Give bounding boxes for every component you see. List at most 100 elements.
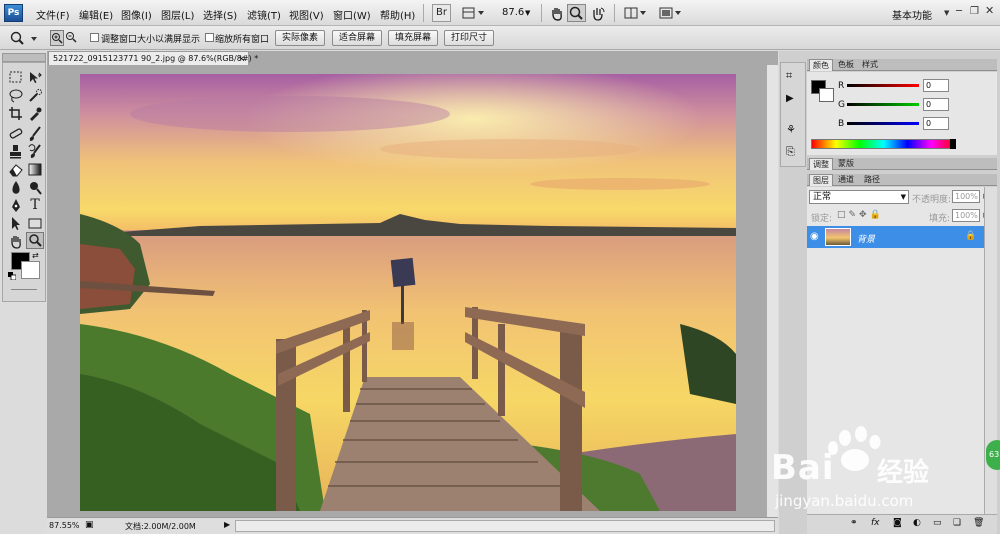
view-extras-button[interactable] (459, 4, 487, 22)
gradient-tool-icon[interactable] (26, 161, 44, 178)
menu-view[interactable]: 视图(V) (289, 7, 324, 22)
background-color-swatch[interactable] (21, 261, 40, 279)
status-arrow-icon[interactable]: ▶ (224, 520, 230, 529)
quick-select-tool-icon[interactable] (26, 87, 44, 104)
swap-colors-icon[interactable]: ⇄ (32, 251, 39, 260)
eraser-tool-icon[interactable] (7, 161, 25, 178)
tab-swatches[interactable]: 色板 (835, 59, 857, 71)
menu-edit[interactable]: 编辑(E) (79, 7, 113, 22)
red-slider[interactable] (847, 84, 919, 87)
tab-styles[interactable]: 样式 (859, 59, 881, 71)
zoom-chevron-icon[interactable]: ▼ (525, 9, 530, 17)
menu-window[interactable]: 窗口(W) (333, 7, 371, 22)
history-brush-tool-icon[interactable] (26, 143, 44, 160)
path-selection-tool-icon[interactable] (7, 215, 25, 232)
tab-channels[interactable]: 通道 (835, 174, 857, 186)
green-slider[interactable] (847, 103, 919, 106)
dodge-tool-icon[interactable] (26, 179, 44, 196)
type-tool-icon[interactable]: T (26, 197, 44, 214)
brushes-panel-icon[interactable]: ⚘ (786, 123, 796, 136)
fill-screen-button[interactable]: 填充屏幕 (388, 30, 438, 46)
eyedropper-tool-icon[interactable] (26, 105, 44, 122)
menu-image[interactable]: 图像(I) (121, 7, 152, 22)
tab-adjustments[interactable]: 调整 (809, 158, 833, 170)
actions-panel-icon[interactable]: ▶ (786, 93, 794, 104)
green-value[interactable]: 0 (923, 98, 949, 111)
toolbox: T ⇄ (2, 62, 46, 302)
restore-icon[interactable]: ❐ (970, 6, 979, 17)
background-color-chip[interactable] (819, 88, 834, 102)
bridge-button[interactable]: Br (432, 4, 451, 22)
close-icon[interactable]: ✕ (985, 4, 994, 17)
blue-slider[interactable] (847, 122, 919, 125)
status-menu-icon[interactable]: ▣ (85, 520, 94, 530)
menu-filter[interactable]: 滤镜(T) (247, 7, 281, 22)
tab-masks[interactable]: 蒙版 (835, 158, 857, 170)
floating-badge[interactable]: 63 (986, 440, 1000, 470)
layer-name[interactable]: 背景 (857, 232, 875, 245)
red-value[interactable]: 0 (923, 79, 949, 92)
layer-visibility-eye-icon[interactable]: ◉ (810, 231, 819, 242)
zoom-tool-button[interactable] (567, 4, 586, 22)
green-label: G (838, 100, 845, 110)
resize-windows-label: 调整窗口大小以满屏显示 (101, 35, 201, 45)
screen-mode-button[interactable] (656, 4, 684, 22)
blue-value[interactable]: 0 (923, 117, 949, 130)
clone-source-panel-icon[interactable]: ⎘ (786, 145, 795, 159)
resize-windows-checkbox[interactable] (90, 33, 99, 42)
clone-stamp-tool-icon[interactable] (7, 143, 25, 160)
menu-select[interactable]: 选择(S) (203, 7, 237, 22)
menu-help[interactable]: 帮助(H) (380, 7, 415, 22)
rotate-view-button[interactable] (589, 4, 607, 22)
hand-tool-button[interactable] (548, 4, 566, 22)
tab-color[interactable]: 颜色 (809, 59, 833, 71)
actual-pixels-button[interactable]: 实际像素 (275, 30, 325, 46)
workspace-chevron-icon[interactable]: ▼ (944, 9, 949, 17)
sunset-pier-photo (80, 74, 736, 511)
tab-paths[interactable]: 路径 (861, 174, 883, 186)
workspace-switcher[interactable]: 基本功能 (892, 7, 940, 22)
move-tool-icon[interactable] (26, 69, 44, 86)
zoom-all-windows-checkbox[interactable] (205, 33, 214, 42)
brush-tool-icon[interactable] (26, 125, 44, 142)
default-colors-icon[interactable] (8, 272, 17, 281)
zoom-out-mode-button[interactable] (65, 30, 79, 46)
marquee-tool-icon[interactable] (7, 69, 25, 86)
tab-layers[interactable]: 图层 (809, 174, 833, 186)
toolbox-handle[interactable] (2, 53, 46, 62)
healing-brush-tool-icon[interactable] (7, 125, 25, 142)
layer-row-background[interactable]: ◉ 背景 🔒 (807, 226, 984, 248)
document-size: 文档:2.00M/2.00M (125, 522, 196, 531)
zoom-percentage[interactable]: 87.55% (49, 521, 80, 530)
horizontal-scrollbar[interactable] (235, 520, 775, 532)
baidu-jingyan-watermark: Bai 经验 jingyan.baidu.com (765, 426, 975, 526)
lock-icons[interactable]: □✎✥🔒 (837, 210, 884, 220)
blur-tool-icon[interactable] (7, 179, 25, 196)
history-panel-icon[interactable]: ⌗ (786, 69, 792, 83)
fit-screen-button[interactable]: 适合屏幕 (332, 30, 382, 46)
minimize-icon[interactable]: ─ (956, 6, 962, 17)
color-spectrum[interactable] (811, 139, 956, 149)
zoom-preset-icon (10, 31, 37, 45)
tool-preset-picker[interactable] (6, 29, 40, 47)
spectrum-black-chip[interactable] (950, 139, 956, 149)
arrange-documents-button[interactable] (621, 4, 649, 22)
fill-input[interactable]: 100% (952, 209, 980, 222)
blend-mode-select[interactable]: 正常 ▼ (809, 190, 909, 204)
hand-tool-icon[interactable] (7, 233, 25, 250)
zoom-level-dropdown[interactable]: 87.6 (502, 7, 524, 18)
lasso-tool-icon[interactable] (7, 87, 25, 104)
opacity-input[interactable]: 100% (952, 190, 980, 203)
menu-file[interactable]: 文件(F) (36, 7, 70, 22)
document-tab[interactable]: 521722_0915123771 90_2.jpg @ 87.6%(RGB/8… (48, 51, 258, 65)
zoom-in-mode-button[interactable] (50, 30, 64, 46)
zoom-tool-icon[interactable] (26, 232, 44, 249)
watermark-url: jingyan.baidu.com (775, 492, 914, 510)
rectangle-tool-icon[interactable] (26, 215, 44, 232)
crop-tool-icon[interactable] (7, 105, 25, 122)
pen-tool-icon[interactable] (7, 197, 25, 214)
menu-layer[interactable]: 图层(L) (161, 7, 194, 22)
close-document-icon[interactable]: × (238, 52, 245, 65)
print-size-button[interactable]: 打印尺寸 (444, 30, 494, 46)
image-canvas[interactable] (80, 74, 736, 511)
